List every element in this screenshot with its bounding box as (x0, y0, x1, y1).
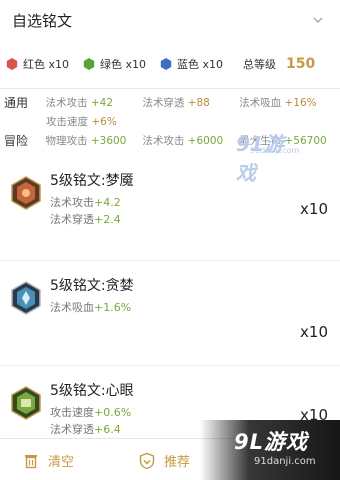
inscription-name: 5级铭文:心眼 (50, 383, 134, 399)
inscription-stat: 法术攻击+4.2 (50, 196, 121, 209)
total-level-value: 150 (286, 56, 316, 72)
watermark-url: 91danji.com (250, 146, 300, 155)
blue-count: 蓝色 x10 (160, 56, 223, 72)
header: 自选铭文 (0, 0, 340, 40)
stat-cell: 物理攻击 +3600 (45, 135, 127, 147)
clear-label: 清空 (48, 455, 75, 470)
stat-row-general: 通用 法术攻击 +42 法术穿透 +88 法术吸血 +16% (4, 93, 336, 112)
inscription-name: 5级铭文:贪婪 (50, 278, 134, 294)
red-count-label: 红色 x10 (23, 58, 70, 71)
total-level-label: 总等级 (243, 58, 277, 71)
chevron-down-icon[interactable] (308, 10, 328, 30)
trash-icon (25, 454, 37, 468)
brand-url: 91danji.com (254, 456, 316, 467)
insight-emblem-icon (11, 386, 41, 420)
inscription-name: 5级铭文:梦魇 (50, 173, 134, 189)
red-count: 红色 x10 (6, 56, 69, 72)
green-count-label: 绿色 x10 (100, 58, 147, 71)
brand-watermark: 9L游戏 91danji.com (200, 420, 340, 480)
greed-emblem-icon (11, 281, 41, 315)
list-item[interactable]: 5级铭文:贪婪 法术吸血+1.6% x10 (0, 261, 340, 366)
inscription-count: x10 (300, 323, 328, 341)
recommend-button[interactable]: 推荐 (138, 451, 190, 470)
page-title: 自选铭文 (12, 11, 73, 30)
shield-icon (139, 452, 155, 469)
nightmare-emblem-icon (11, 176, 41, 210)
clear-button[interactable]: 清空 (22, 451, 74, 470)
green-count: 绿色 x10 (83, 56, 146, 72)
red-hexagon-icon (6, 58, 18, 70)
color-summary: 红色 x10 绿色 x10 蓝色 x10 总等级 150 (0, 40, 340, 88)
list-item[interactable]: 5级铭文:梦魇 法术攻击+4.2 法术穿透+2.4 x10 (0, 156, 340, 261)
recommend-label: 推荐 (164, 455, 191, 470)
blue-hexagon-icon (160, 58, 172, 70)
stat-category: 通用 (4, 96, 29, 110)
stat-cell: 法术攻击 +42 (45, 97, 114, 109)
stat-category: 冒险 (4, 134, 29, 148)
inscription-stat: 法术吸血+1.6% (50, 301, 132, 314)
stat-cell: 攻击速度 +6% (46, 116, 117, 128)
stat-cell: 法术穿透 +88 (142, 97, 210, 109)
stat-cell: 法术吸血 +16% (239, 97, 317, 109)
watermark: 91游戏 91danji.com (200, 128, 300, 185)
inscription-stat: 法术穿透+6.4 (50, 423, 121, 436)
brand-logo: 9L游戏 (234, 430, 308, 454)
blue-count-label: 蓝色 x10 (177, 58, 224, 71)
green-hexagon-icon (83, 58, 95, 70)
inscription-stat: 攻击速度+0.6% (50, 406, 132, 419)
inscription-count: x10 (300, 200, 328, 218)
inscription-stat: 法术穿透+2.4 (50, 213, 121, 226)
